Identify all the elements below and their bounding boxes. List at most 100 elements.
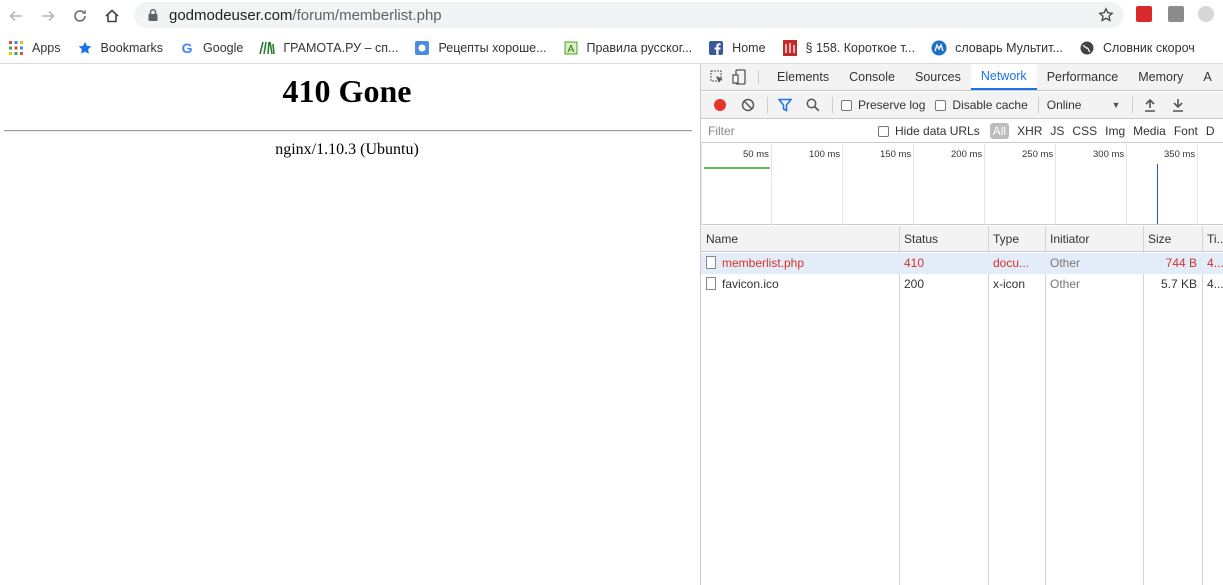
- request-status: 410: [904, 256, 925, 270]
- address-bar[interactable]: godmodeuser.com/forum/memberlist.php: [134, 2, 1124, 28]
- bookmark-bookmarks[interactable]: Bookmarks: [77, 40, 163, 56]
- tab-network[interactable]: Network: [970, 64, 1037, 90]
- devtools-tabbar: Elements Console Sources Network Perform…: [701, 64, 1223, 91]
- tab-sources[interactable]: Sources: [905, 64, 971, 90]
- tab-performance[interactable]: Performance: [1037, 64, 1129, 90]
- timeline-tick-label: 200 ms: [951, 149, 983, 160]
- request-initiator: Other: [1050, 277, 1081, 291]
- timeline-gridline: [913, 144, 914, 225]
- timeline-tick-label: 300 ms: [1093, 149, 1125, 160]
- timeline-gridline: [1197, 144, 1198, 225]
- timeline-domcontentloaded-marker: [1157, 164, 1158, 224]
- home-button[interactable]: [96, 2, 128, 30]
- bookmark-apps[interactable]: Apps: [8, 40, 61, 56]
- extension-ghost-icon[interactable]: [1198, 6, 1214, 22]
- request-time: 4...: [1207, 256, 1223, 270]
- bookmark-rules[interactable]: A Правила русског...: [563, 40, 692, 56]
- column-header-type[interactable]: Type: [988, 226, 1045, 252]
- throttling-select[interactable]: Online ▼: [1047, 98, 1121, 112]
- timeline-gridline: [1126, 144, 1127, 225]
- type-filter-img[interactable]: Img: [1105, 124, 1125, 138]
- column-header-initiator[interactable]: Initiator: [1045, 226, 1143, 252]
- reload-icon: [74, 10, 86, 22]
- extension-fb-icon[interactable]: [1168, 6, 1184, 22]
- type-filter-all[interactable]: All: [989, 123, 1010, 139]
- filter-input[interactable]: Filter: [704, 121, 870, 141]
- search-button[interactable]: [804, 96, 822, 114]
- export-har-button[interactable]: [1169, 96, 1187, 114]
- network-overview-timeline[interactable]: 50 ms 100 ms 150 ms 200 ms 250 ms 300 ms…: [701, 144, 1223, 225]
- bookmark-slovnyk[interactable]: Словник скороч: [1079, 40, 1195, 56]
- request-type: docu...: [993, 256, 1030, 270]
- timeline-tick-label: 150 ms: [880, 149, 912, 160]
- column-header-time[interactable]: Ti...: [1202, 226, 1223, 252]
- timeline-tick-label: 250 ms: [1022, 149, 1054, 160]
- resource-type-filters: All XHR JS CSS Img Media Font D: [989, 123, 1223, 139]
- device-toolbar-icon[interactable]: [728, 64, 750, 90]
- throttling-value: Online: [1046, 98, 1082, 112]
- bookmark-recipes[interactable]: Рецепты хороше...: [414, 40, 547, 56]
- inspect-element-icon[interactable]: [706, 64, 728, 90]
- globe-icon: [1079, 40, 1095, 56]
- type-filter-media[interactable]: Media: [1133, 124, 1166, 138]
- arrow-left-icon: [9, 10, 22, 22]
- hide-data-urls-label: Hide data URLs: [895, 124, 980, 138]
- request-name-text: memberlist.php: [722, 256, 805, 270]
- record-button[interactable]: [711, 96, 729, 114]
- table-row[interactable]: memberlist.php 410 docu... Other 744 B 4…: [701, 253, 1223, 274]
- bookmark-star-icon[interactable]: [1098, 7, 1114, 23]
- bookmark-als[interactable]: § 158. Короткое т...: [782, 40, 915, 56]
- page-heading: 410 Gone: [282, 73, 412, 109]
- column-header-size[interactable]: Size: [1143, 226, 1202, 252]
- tab-memory[interactable]: Memory: [1128, 64, 1193, 90]
- bookmark-label: Рецепты хороше...: [438, 41, 547, 55]
- tab-application[interactable]: A: [1193, 64, 1221, 90]
- tab-separator: [758, 70, 759, 84]
- page-viewport: 410 Gone nginx/1.10.3 (Ubuntu): [0, 64, 700, 585]
- table-row[interactable]: favicon.ico 200 x-icon Other 5.7 KB 4...: [701, 274, 1223, 295]
- type-filter-font[interactable]: Font: [1174, 124, 1198, 138]
- filter-toggle-button[interactable]: [776, 96, 794, 114]
- hide-data-urls-checkbox[interactable]: Hide data URLs: [878, 124, 980, 138]
- request-time: 4...: [1207, 277, 1223, 291]
- table-header: Name Status Type Initiator Size Ti...: [701, 226, 1223, 252]
- document-file-icon: [706, 256, 716, 269]
- als-icon: [782, 40, 798, 56]
- type-filter-doc[interactable]: D: [1206, 124, 1215, 138]
- extension-todo-icon[interactable]: [1136, 6, 1152, 22]
- file-icon: [706, 277, 716, 290]
- facebook-icon: [708, 40, 724, 56]
- reload-button[interactable]: [64, 2, 96, 30]
- type-filter-xhr[interactable]: XHR: [1017, 124, 1042, 138]
- apps-grid-icon: [8, 40, 24, 56]
- request-status: 200: [904, 277, 925, 291]
- bookmark-gramota[interactable]: ГРАМОТА.РУ – сп...: [259, 40, 398, 56]
- bookmark-google[interactable]: G Google: [179, 40, 244, 56]
- checkbox-box: [841, 99, 852, 111]
- page-divider: [4, 130, 692, 132]
- bookmark-multitran[interactable]: словарь Мультит...: [931, 40, 1063, 56]
- browser-toolbar: godmodeuser.com/forum/memberlist.php: [0, 0, 1223, 32]
- dropdown-arrow-icon: ▼: [1111, 100, 1121, 110]
- column-header-status[interactable]: Status: [899, 226, 988, 252]
- type-filter-js[interactable]: JS: [1050, 124, 1064, 138]
- tab-elements[interactable]: Elements: [767, 64, 839, 90]
- column-header-name[interactable]: Name: [701, 226, 899, 252]
- tab-console[interactable]: Console: [839, 64, 905, 90]
- type-filter-css[interactable]: CSS: [1072, 124, 1097, 138]
- disable-cache-checkbox[interactable]: Disable cache: [935, 98, 1028, 112]
- request-size: 5.7 KB: [1160, 277, 1197, 291]
- forward-button[interactable]: [32, 2, 64, 30]
- import-har-button[interactable]: [1141, 96, 1159, 114]
- preserve-log-checkbox[interactable]: Preserve log: [841, 98, 925, 112]
- clear-icon: [741, 98, 755, 112]
- record-icon: [714, 99, 726, 111]
- upload-icon: [1145, 98, 1156, 112]
- clear-button[interactable]: [739, 96, 757, 114]
- back-button[interactable]: [0, 2, 32, 30]
- timeline-gridline: [1055, 144, 1056, 225]
- google-icon: G: [181, 40, 193, 56]
- controls-separator: [832, 97, 833, 113]
- bookmark-home[interactable]: Home: [708, 40, 766, 56]
- bookmark-label: словарь Мультит...: [955, 41, 1063, 55]
